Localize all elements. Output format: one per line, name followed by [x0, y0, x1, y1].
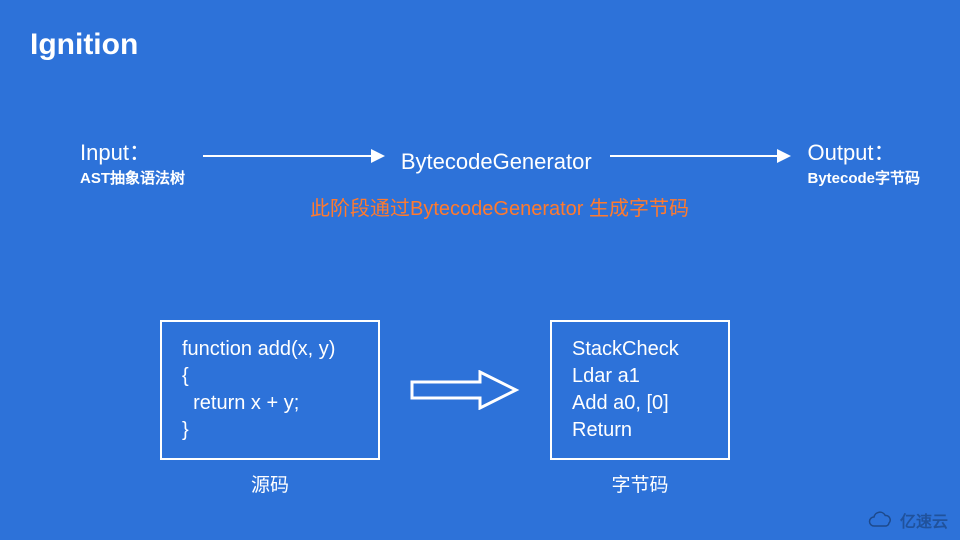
bytecode-caption: 字节码: [550, 470, 730, 497]
big-arrow-icon: [410, 370, 520, 410]
flow-row: Input： AST抽象语法树 BytecodeGenerator Output…: [80, 135, 920, 188]
output-sub: Bytecode字节码: [807, 167, 920, 188]
output-title: Output：: [807, 135, 920, 167]
output-node: Output： Bytecode字节码: [807, 135, 920, 188]
annotation-text: 此阶段通过BytecodeGenerator 生成字节码: [310, 195, 689, 223]
source-caption: 源码: [160, 470, 380, 497]
caption-row: 源码 字节码: [160, 470, 750, 497]
arrow-icon: [203, 155, 383, 157]
caption-spacer: [380, 470, 550, 497]
page-title: Ignition: [30, 28, 138, 62]
cloud-icon: [865, 510, 895, 530]
arrow-icon: [610, 155, 790, 157]
source-code-box: function add(x, y) { return x + y; }: [160, 320, 380, 460]
center-node: BytecodeGenerator: [401, 149, 592, 175]
bytecode-box: StackCheck Ldar a1 Add a0, [0] Return: [550, 320, 730, 460]
input-node: Input： AST抽象语法树: [80, 135, 185, 188]
input-sub: AST抽象语法树: [80, 167, 185, 188]
example-row: function add(x, y) { return x + y; } Sta…: [160, 320, 730, 460]
watermark-text: 亿速云: [900, 508, 948, 532]
watermark: 亿速云: [865, 508, 948, 532]
input-title: Input：: [80, 135, 185, 167]
